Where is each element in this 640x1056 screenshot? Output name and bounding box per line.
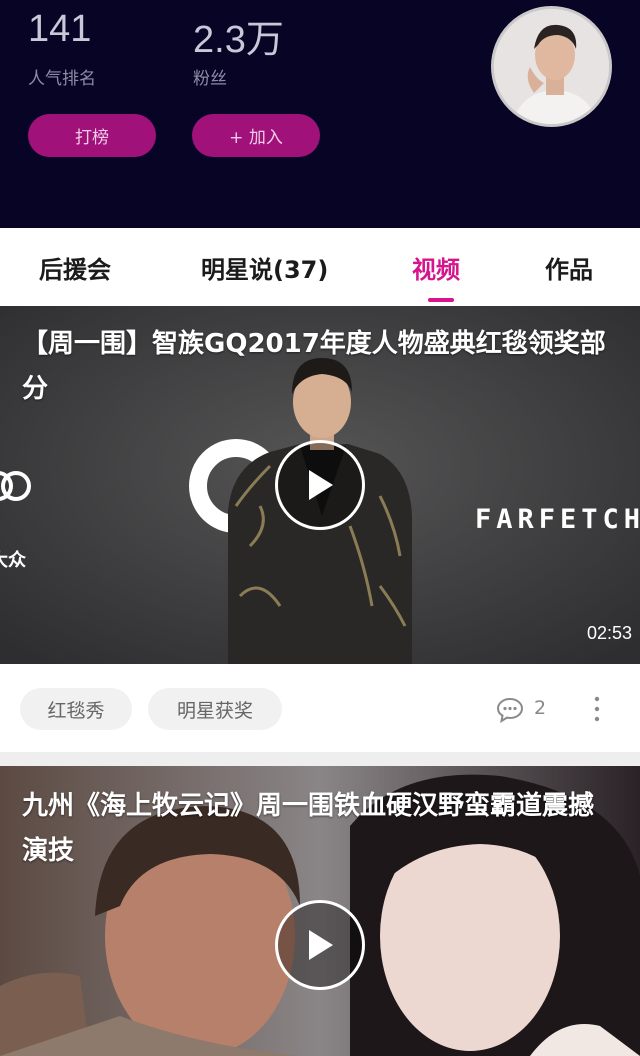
active-tab-indicator — [428, 298, 454, 302]
backdrop-sponsor-text: FARFETCH — [475, 504, 640, 535]
video-title[interactable]: 九州《海上牧云记》周一围铁血硬汉野蛮霸道震撼演技 — [22, 784, 610, 874]
popularity-rank-label: 人气排名 — [28, 69, 96, 89]
video-title[interactable]: 【周一围】智族GQ2017年度人物盛典红毯领奖部分 — [22, 322, 610, 412]
tab-fanclub[interactable]: 后援会 — [39, 250, 111, 285]
video-card[interactable]: 九州《海上牧云记》周一围铁血硬汉野蛮霸道震撼演技 — [0, 766, 640, 1056]
video-card[interactable]: FARFETCH 大众 【周一围】智族GQ2017年度人物盛典红毯领奖部分 02… — [0, 306, 640, 664]
popularity-rank-value: 141 — [28, 8, 92, 50]
backdrop-side-text: 大众 — [0, 550, 26, 571]
play-button[interactable] — [275, 900, 365, 990]
video-duration: 02:53 — [586, 623, 632, 643]
avatar-photo — [494, 9, 609, 124]
tag-chip[interactable]: 明星获奖 — [148, 688, 282, 730]
tag-chip[interactable]: 红毯秀 — [20, 688, 132, 730]
comment-icon[interactable] — [496, 697, 524, 723]
join-button[interactable]: + 加入 — [192, 114, 320, 157]
tab-videos[interactable]: 视频 — [412, 250, 460, 285]
comment-count: 2 — [534, 697, 547, 719]
play-icon — [309, 930, 333, 960]
tab-bar: 后援会 明星说(37) 视频 作品 — [0, 228, 640, 306]
vote-button[interactable]: 打榜 — [28, 114, 156, 157]
play-button[interactable] — [275, 440, 365, 530]
tab-works[interactable]: 作品 — [545, 250, 593, 285]
avatar[interactable] — [491, 6, 612, 127]
video-tag-bar: 红毯秀 明星获奖 2 — [0, 664, 640, 752]
card-divider — [0, 752, 640, 766]
fans-count-value: 2.3万 — [193, 19, 284, 61]
fans-count-label: 粉丝 — [193, 69, 227, 89]
more-icon[interactable] — [590, 694, 604, 724]
tab-star-says[interactable]: 明星说(37) — [201, 250, 328, 285]
profile-header: 141 人气排名 2.3万 粉丝 打榜 + 加入 — [0, 0, 640, 228]
play-icon — [309, 470, 333, 500]
